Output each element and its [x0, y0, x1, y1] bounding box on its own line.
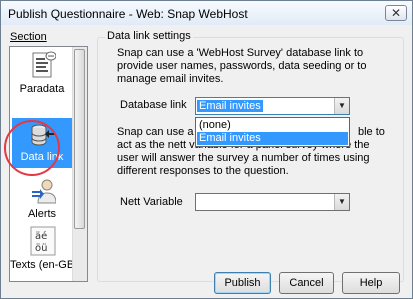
- database-link-description: Snap can use a 'WebHost Survey' database…: [117, 47, 367, 85]
- nett-description-start: Snap can use a: [117, 126, 194, 138]
- title-bar: Publish Questionnaire - Web: Snap WebHos…: [1, 1, 412, 25]
- chevron-down-icon[interactable]: ▼: [334, 194, 349, 210]
- window-title: Publish Questionnaire - Web: Snap WebHos…: [8, 7, 248, 21]
- help-button[interactable]: Help: [342, 272, 400, 294]
- section-item-paradata[interactable]: Paradata: [10, 50, 74, 100]
- database-link-label: Database link: [120, 99, 187, 111]
- database-link-label-text: Database link: [120, 99, 187, 111]
- nett-variable-select[interactable]: ▼: [195, 193, 350, 211]
- database-link-dropdown-list[interactable]: (none) Email invites: [195, 117, 350, 147]
- section-item-label: Alerts: [27, 208, 57, 220]
- section-list-scrollbar[interactable]: [72, 47, 87, 281]
- svg-text:äé: äé: [35, 230, 47, 242]
- chevron-down-icon[interactable]: ▼: [334, 98, 349, 114]
- cancel-button[interactable]: Cancel: [279, 272, 334, 294]
- database-link-value: Email invites: [197, 100, 263, 112]
- close-icon: ✕: [390, 6, 402, 20]
- dropdown-option-none[interactable]: (none): [197, 119, 348, 132]
- scroll-thumb[interactable]: [74, 49, 85, 229]
- dropdown-option-email-invites[interactable]: Email invites: [197, 132, 348, 145]
- section-label: Section: [10, 31, 47, 43]
- svg-text:öü: öü: [35, 243, 47, 254]
- highlight-annotation-circle: [4, 120, 60, 176]
- clipboard-icon: [30, 50, 57, 80]
- section-item-alerts[interactable]: Alerts: [10, 175, 74, 225]
- text-characters-icon: äé öü: [30, 226, 56, 256]
- nett-description-line4: different responses to the question.: [117, 165, 289, 177]
- group-title: Data link settings: [105, 30, 193, 42]
- section-item-texts[interactable]: äé öü Texts (en-GB): [10, 226, 78, 276]
- publish-questionnaire-dialog: Publish Questionnaire - Web: Snap WebHos…: [0, 0, 413, 299]
- alert-person-icon: [30, 175, 57, 205]
- database-link-select[interactable]: Email invites ▼: [195, 97, 350, 115]
- close-button[interactable]: ✕: [385, 5, 407, 21]
- nett-description-line3: user will answer the survey a number of …: [117, 152, 370, 164]
- section-item-label: Texts (en-GB): [10, 259, 78, 271]
- nett-variable-label: Nett Variable: [120, 196, 183, 208]
- dialog-body: Section Paradata Data link Alerts äé öü …: [1, 25, 412, 298]
- section-item-label: Paradata: [19, 83, 65, 95]
- nett-description-end: ble to: [358, 126, 385, 138]
- publish-button[interactable]: Publish: [214, 272, 271, 294]
